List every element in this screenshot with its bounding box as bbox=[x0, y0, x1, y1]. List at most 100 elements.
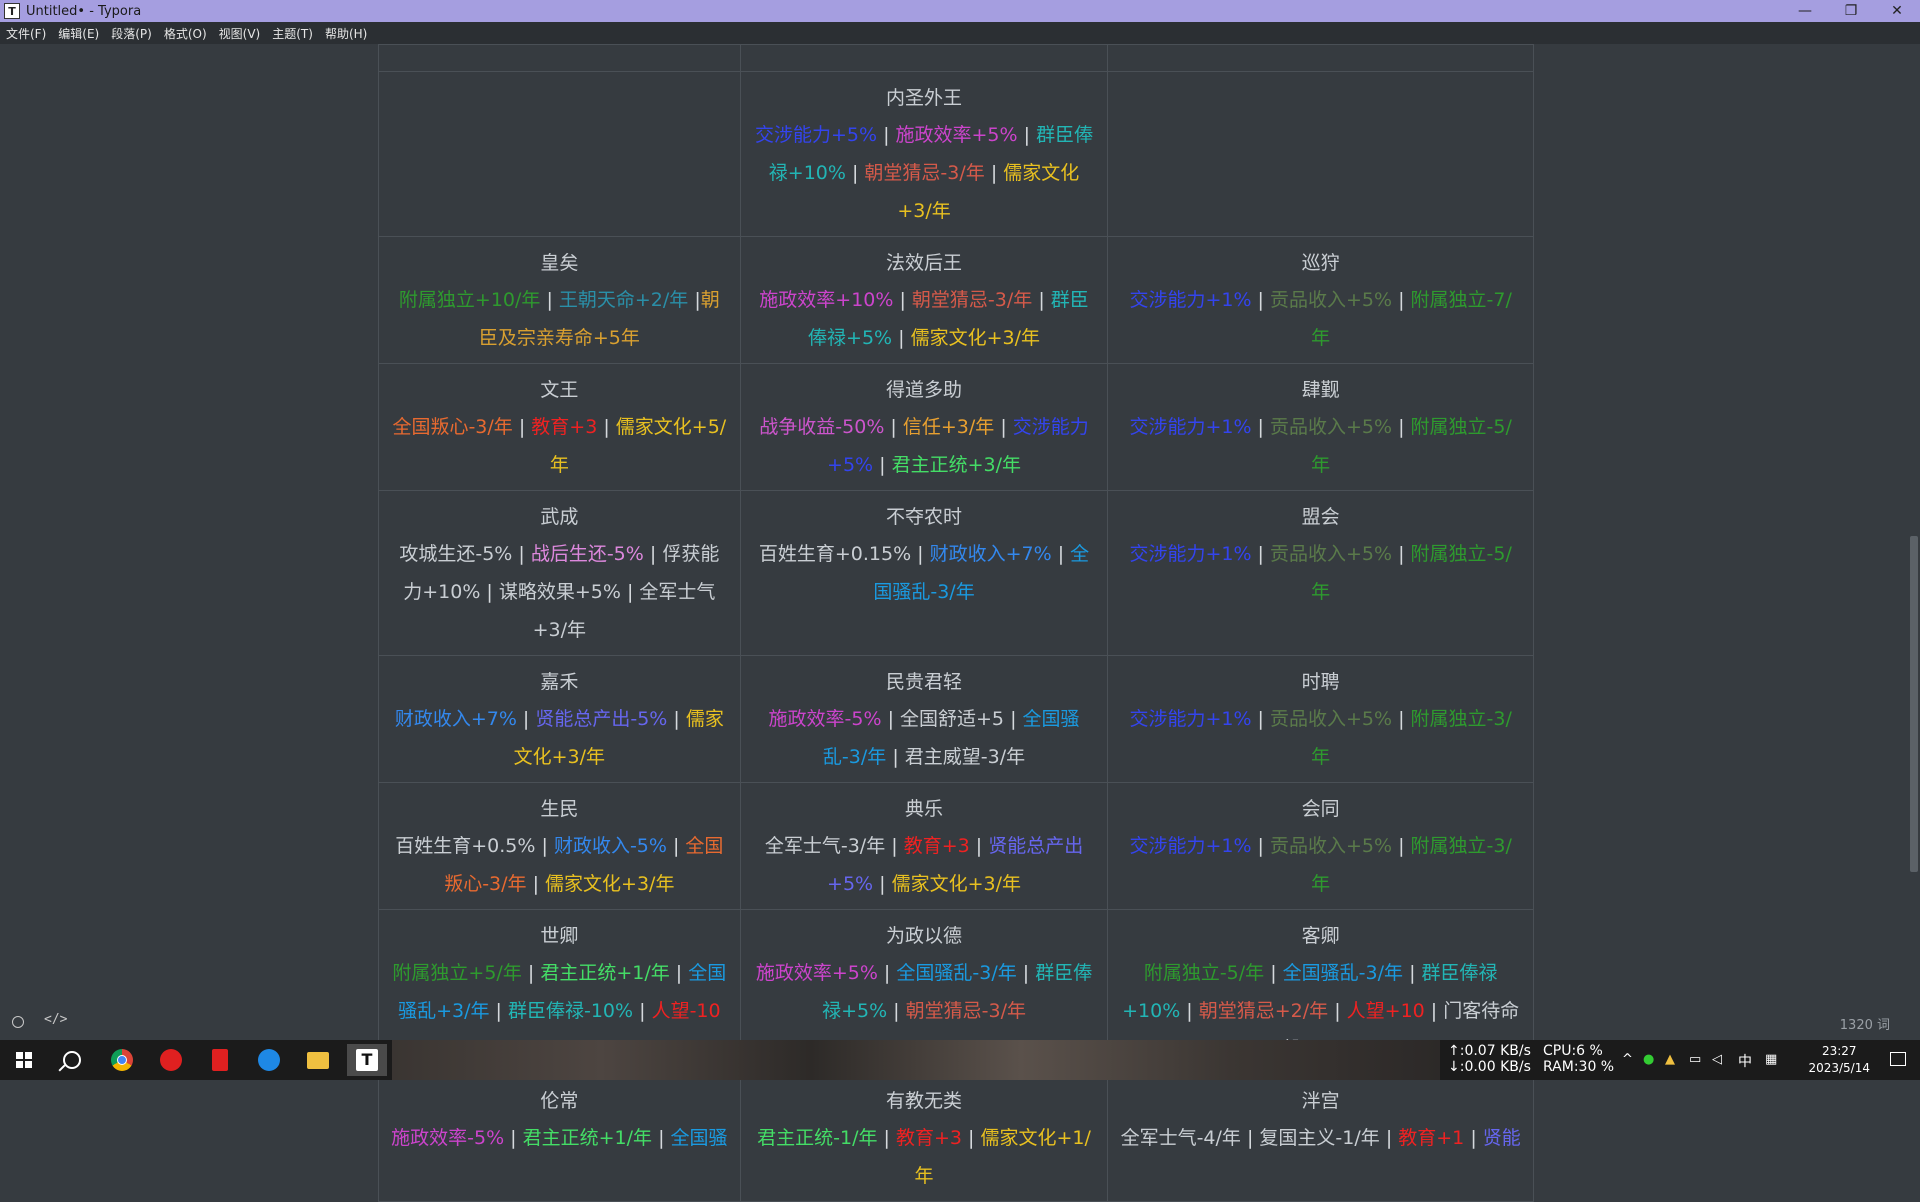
cell-effects: 百姓生育+0.5% | 财政收入-5% | 全国叛心-3/年 | 儒家文化+3/… bbox=[391, 827, 728, 903]
effect-segment: | bbox=[597, 416, 616, 438]
effect-segment: 君主正统-1/年 bbox=[757, 1127, 878, 1149]
minimize-button[interactable]: — bbox=[1782, 0, 1828, 22]
table-cell[interactable]: 有教无类 君主正统-1/年 | 教育+3 | 儒家文化+1/年 bbox=[739, 1074, 1109, 1202]
effect-segment: 施政效率-5% bbox=[391, 1127, 505, 1149]
effect-segment: | bbox=[643, 543, 663, 565]
table-cell[interactable] bbox=[1107, 71, 1534, 237]
vertical-scrollbar[interactable] bbox=[1910, 536, 1918, 872]
table-cell[interactable]: 民贵君轻 施政效率-5% | 全国舒适+5 | 全国骚乱-3/年 | 君主威望-3… bbox=[739, 655, 1109, 783]
table-cell[interactable]: 法效后王 施政效率+10% | 朝堂猜忌-3/年 | 群臣俸禄+5% | 儒家文化… bbox=[739, 236, 1109, 364]
clock[interactable]: 23:27 2023/5/14 bbox=[1808, 1043, 1870, 1077]
table-cell[interactable]: 内圣外王 交涉能力+5% | 施政效率+5% | 群臣俸禄+10% | 朝堂猜忌-… bbox=[739, 71, 1109, 237]
security-shield-icon[interactable]: ▲ bbox=[1665, 1052, 1675, 1067]
netease-music-icon bbox=[160, 1049, 182, 1071]
table-cell[interactable]: 嘉禾 财政收入+7% | 贤能总产出-5% | 儒家文化+3/年 bbox=[378, 655, 741, 783]
table-cell[interactable]: 会同 交涉能力+1% | 贡品收入+5% | 附属独立-3/年 bbox=[1107, 782, 1534, 910]
table-cell[interactable] bbox=[378, 44, 741, 72]
cell-title: 世卿 bbox=[540, 925, 579, 947]
effect-segment: 交涉能力+5% bbox=[754, 124, 878, 146]
table-cell[interactable] bbox=[739, 44, 1109, 72]
table-cell[interactable]: 得道多助 战争收益-50% | 信任+3/年 | 交涉能力+5% | 君主正统+3… bbox=[739, 363, 1109, 491]
wechat-icon[interactable]: ● bbox=[1643, 1052, 1654, 1067]
cell-effects: 君主正统-1/年 | 教育+3 | 儒家文化+1/年 bbox=[753, 1119, 1096, 1195]
typora-taskbar-button[interactable]: T bbox=[347, 1044, 387, 1076]
effect-segment: 朝堂猜忌-3/年 bbox=[864, 162, 985, 184]
table-cell[interactable]: 不夺农时 百姓生育+0.15% | 财政收入+7% | 全国骚乱-3/年 bbox=[739, 490, 1109, 656]
chrome-taskbar-button[interactable] bbox=[102, 1044, 142, 1076]
cell-effects: 施政效率-5% | 君主正统+1/年 | 全国骚 bbox=[391, 1119, 728, 1157]
keyboard-layout-icon[interactable]: ▦ bbox=[1765, 1052, 1777, 1067]
search-button[interactable] bbox=[52, 1044, 92, 1076]
cell-effects: 交涉能力+1% | 贡品收入+5% | 附属独立-5/年 bbox=[1120, 408, 1521, 484]
effect-segment: | bbox=[1392, 416, 1411, 438]
cell-effects: 攻城生还-5% | 战后生还-5% | 俘获能力+10% | 谋略效果+5% |… bbox=[391, 535, 728, 649]
restore-button[interactable]: ❐ bbox=[1828, 0, 1874, 22]
cell-effects: 交涉能力+1% | 贡品收入+5% | 附属独立-5/年 bbox=[1120, 535, 1521, 611]
netease-music-taskbar-button[interactable] bbox=[151, 1044, 191, 1076]
effect-segment: 交涉能力+1% bbox=[1129, 416, 1252, 438]
effect-segment: | bbox=[1403, 962, 1422, 984]
tray-chevron-up-icon[interactable]: ^ bbox=[1622, 1052, 1633, 1067]
menu-paragraph[interactable]: 段落(P) bbox=[105, 25, 158, 42]
menu-theme[interactable]: 主题(T) bbox=[266, 25, 319, 42]
table-cell[interactable]: 泮宫 全军士气-4/年 | 复国主义-1/年 | 教育+1 | 贤能 bbox=[1107, 1074, 1534, 1202]
effect-segment: 交涉能力+1% bbox=[1129, 835, 1252, 857]
effect-segment: | bbox=[877, 1127, 896, 1149]
title-bar: T Untitled• - Typora — ❐ ✕ bbox=[0, 0, 1920, 22]
effect-segment: 战后生还-5% bbox=[530, 543, 644, 565]
effect-segment: 全国舒适+5 bbox=[900, 708, 1005, 730]
table-cell[interactable] bbox=[378, 71, 741, 237]
effect-segment: 贤能总产出-5% bbox=[535, 708, 668, 730]
effect-segment: | bbox=[521, 962, 541, 984]
cell-title: 泮宫 bbox=[1301, 1090, 1340, 1112]
table-cell[interactable]: 盟会 交涉能力+1% | 贡品收入+5% | 附属独立-5/年 bbox=[1107, 490, 1534, 656]
effect-segment: 教育+3 bbox=[895, 1127, 962, 1149]
table-cell[interactable]: 文王 全国叛心-3/年 | 教育+3 | 儒家文化+5/年 bbox=[378, 363, 741, 491]
outline-toggle-icon[interactable] bbox=[12, 1016, 24, 1028]
effect-segment: | bbox=[516, 708, 536, 730]
word-count[interactable]: 1320 词 bbox=[1840, 1014, 1890, 1033]
cell-effects: 百姓生育+0.15% | 财政收入+7% | 全国骚乱-3/年 bbox=[753, 535, 1096, 611]
file-explorer-taskbar-button[interactable] bbox=[298, 1044, 338, 1076]
table-cell[interactable]: 皇矣 附属独立+10/年 | 王朝天命+2/年 |朝臣及宗亲寿命+5年 bbox=[378, 236, 741, 364]
table-cell[interactable]: 肆觐 交涉能力+1% | 贡品收入+5% | 附属独立-5/年 bbox=[1107, 363, 1534, 491]
network-icon[interactable]: ▭ bbox=[1689, 1052, 1701, 1067]
table-cell[interactable]: 典乐 全军士气-3/年 | 教育+3 | 贤能总产出+5% | 儒家文化+3/年 bbox=[739, 782, 1109, 910]
effect-segment: | bbox=[962, 1127, 981, 1149]
input-method-indicator[interactable]: 中 bbox=[1738, 1051, 1752, 1071]
red-app-taskbar-button[interactable] bbox=[200, 1044, 240, 1076]
table-cell[interactable]: 生民 百姓生育+0.5% | 财政收入-5% | 全国叛心-3/年 | 儒家文化+… bbox=[378, 782, 741, 910]
effect-segment: | bbox=[1464, 1127, 1483, 1149]
menu-edit[interactable]: 编辑(E) bbox=[52, 25, 105, 42]
effect-segment: 贤能 bbox=[1482, 1127, 1521, 1149]
cell-effects: 交涉能力+5% | 施政效率+5% | 群臣俸禄+10% | 朝堂猜忌-3/年 … bbox=[753, 116, 1096, 230]
table-cell[interactable]: 时聘 交涉能力+1% | 贡品收入+5% | 附属独立-3/年 bbox=[1107, 655, 1534, 783]
menu-view[interactable]: 视图(V) bbox=[213, 25, 267, 42]
start-button[interactable] bbox=[4, 1044, 44, 1076]
volume-icon[interactable]: ◁ bbox=[1712, 1052, 1722, 1067]
blue-app-taskbar-button[interactable] bbox=[249, 1044, 289, 1076]
table-cell[interactable]: 武成 攻城生还-5% | 战后生还-5% | 俘获能力+10% | 谋略效果+5%… bbox=[378, 490, 741, 656]
menu-format[interactable]: 格式(O) bbox=[158, 25, 213, 42]
effect-segment: 施政效率+5% bbox=[755, 962, 878, 984]
effect-segment: 附属独立+10/年 bbox=[398, 289, 541, 311]
effect-segment: 贡品收入+5% bbox=[1270, 289, 1393, 311]
chrome-icon bbox=[111, 1049, 133, 1071]
close-button[interactable]: ✕ bbox=[1874, 0, 1920, 22]
effect-segment: 附属独立+5/年 bbox=[392, 962, 522, 984]
typora-icon: T bbox=[356, 1049, 378, 1071]
menu-file[interactable]: 文件(F) bbox=[0, 25, 52, 42]
effect-segment: | bbox=[535, 835, 554, 857]
effect-segment: | bbox=[885, 835, 904, 857]
cell-title: 文王 bbox=[540, 379, 579, 401]
editor-area[interactable]: 内圣外王 交涉能力+5% | 施政效率+5% | 群臣俸禄+10% | 朝堂猜忌-… bbox=[0, 44, 1920, 1202]
effect-segment: | bbox=[1240, 1127, 1260, 1149]
effect-segment: | bbox=[1004, 708, 1023, 730]
table-cell[interactable]: 伦常 施政效率-5% | 君主正统+1/年 | 全国骚 bbox=[378, 1074, 741, 1202]
menu-help[interactable]: 帮助(H) bbox=[319, 25, 373, 42]
source-code-mode-icon[interactable]: </> bbox=[44, 1012, 67, 1027]
table-cell[interactable]: 巡狩 交涉能力+1% | 贡品收入+5% | 附属独立-7/年 bbox=[1107, 236, 1534, 364]
table-cell[interactable] bbox=[1107, 44, 1534, 72]
effect-segment: 战争收益-50% bbox=[759, 416, 885, 438]
notification-center-icon[interactable] bbox=[1890, 1052, 1906, 1066]
